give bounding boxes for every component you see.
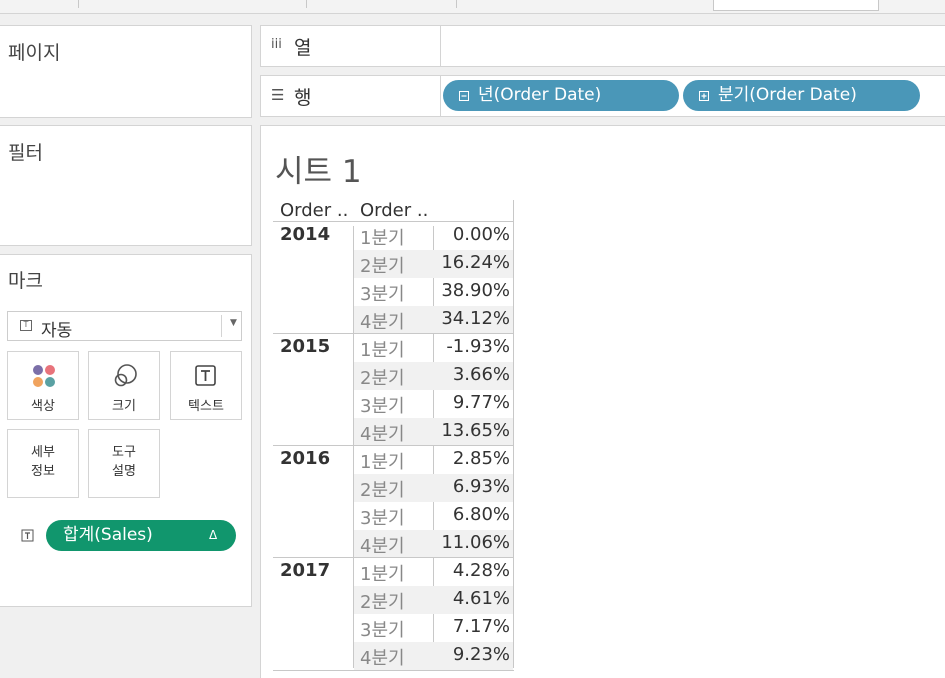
year-label[interactable]: 2014 (280, 224, 330, 245)
toolbar-separator (306, 0, 307, 8)
quarter-label[interactable]: 3분기 (360, 280, 405, 306)
mark-type-select[interactable]: T 자동 ▼ (7, 311, 242, 341)
value-cell[interactable]: 34.12% (432, 308, 510, 329)
sheet-view: 시트 1 Order .. Order .. 2014 1분기 0.00% 2분기 16… (260, 125, 945, 678)
quarter-label[interactable]: 3분기 (360, 392, 405, 418)
columns-label: 열 (294, 37, 312, 59)
year-label[interactable]: 2017 (280, 560, 330, 581)
quarter-label[interactable]: 2분기 (360, 476, 405, 502)
grid-vline (513, 200, 514, 668)
shelf-divider (440, 26, 441, 66)
value-cell[interactable]: 16.24% (432, 252, 510, 273)
quarter-label[interactable]: 1분기 (360, 224, 405, 250)
value-cell[interactable]: 4.61% (432, 588, 510, 609)
value-cell[interactable]: 13.65% (432, 420, 510, 441)
sales-measure-pill[interactable]: 합계(Sales) Δ (46, 520, 236, 551)
quarter-label[interactable]: 1분기 (360, 336, 405, 362)
pages-panel[interactable]: 페이지 (0, 25, 252, 118)
quarter-label[interactable]: 3분기 (360, 616, 405, 642)
sales-pill-label: 합계(Sales) (63, 525, 153, 545)
delta-icon: Δ (209, 528, 218, 542)
collapse-icon (459, 91, 469, 101)
value-cell[interactable]: 38.90% (432, 280, 510, 301)
size-button[interactable]: 크기 (88, 351, 160, 420)
detail-label-line1: 세부 (31, 445, 55, 460)
value-cell[interactable]: 6.93% (432, 476, 510, 497)
tooltip-button[interactable]: 도구 설명 (88, 429, 160, 498)
pages-title: 페이지 (8, 42, 61, 64)
year-order-date-pill[interactable]: 년(Order Date) (443, 80, 679, 111)
text-mark-icon (21, 529, 34, 542)
quarter-label[interactable]: 4분기 (360, 644, 405, 670)
color-icon (33, 365, 55, 387)
value-cell[interactable]: 6.80% (432, 504, 510, 525)
quarter-label[interactable]: 4분기 (360, 420, 405, 446)
quarter-label[interactable]: 1분기 (360, 448, 405, 474)
grid-hline (273, 557, 514, 558)
tooltip-label-line1: 도구 (112, 445, 136, 460)
filters-panel[interactable]: 필터 (0, 125, 252, 246)
quarter-label[interactable]: 1분기 (360, 560, 405, 586)
value-cell[interactable]: 11.06% (432, 532, 510, 553)
value-cell[interactable]: 4.28% (432, 560, 510, 581)
text-icon (195, 365, 216, 386)
value-cell[interactable]: 9.77% (432, 392, 510, 413)
quarter-label[interactable]: 3분기 (360, 504, 405, 530)
year-label[interactable]: 2015 (280, 336, 330, 357)
shelf-divider (440, 76, 441, 116)
quarter-order-date-pill[interactable]: 분기(Order Date) (683, 80, 920, 111)
year-column-header[interactable]: Order .. (280, 200, 348, 221)
year-label[interactable]: 2016 (280, 448, 330, 469)
marks-title: 마크 (8, 270, 43, 292)
value-cell[interactable]: 9.23% (432, 644, 510, 665)
value-cell[interactable]: 0.00% (432, 224, 510, 245)
rows-label: 행 (294, 87, 312, 109)
detail-label-line2: 정보 (31, 464, 55, 479)
grid-hline (273, 445, 514, 446)
color-button[interactable]: 색상 (7, 351, 79, 420)
value-cell[interactable]: 3.66% (432, 364, 510, 385)
quarter-label[interactable]: 2분기 (360, 588, 405, 614)
chevron-down-icon: ▼ (230, 318, 237, 328)
select-divider (221, 315, 222, 337)
sheet-title: 시트 1 (275, 154, 362, 190)
filters-title: 필터 (8, 142, 43, 164)
value-cell[interactable]: 2.85% (432, 448, 510, 469)
mark-type-label: 자동 (41, 321, 73, 341)
grid-hline (273, 221, 514, 222)
toolbar (0, 0, 945, 14)
grid-hline (273, 333, 514, 334)
toolbar-separator (456, 0, 457, 8)
grid-hline (273, 670, 514, 671)
quarter-label[interactable]: 2분기 (360, 252, 405, 278)
expand-icon (699, 91, 709, 101)
columns-icon: iii (271, 37, 282, 52)
quarter-label[interactable]: 4분기 (360, 532, 405, 558)
rows-icon: ☰ (271, 86, 285, 104)
quarter-label[interactable]: 2분기 (360, 364, 405, 390)
color-label: 색상 (31, 399, 55, 414)
fit-select[interactable] (713, 0, 879, 11)
quarter-label[interactable]: 4분기 (360, 308, 405, 334)
text-label: 텍스트 (188, 399, 224, 414)
text-mark-icon: T (20, 320, 32, 331)
text-button[interactable]: 텍스트 (170, 351, 242, 420)
toolbar-separator (78, 0, 79, 8)
quarter-pill-label: 분기(Order Date) (718, 85, 857, 105)
tooltip-label-line2: 설명 (112, 464, 136, 479)
detail-button[interactable]: 세부 정보 (7, 429, 79, 498)
columns-shelf[interactable]: iii 열 (260, 25, 945, 67)
value-cell[interactable]: -1.93% (432, 336, 510, 357)
size-icon (114, 364, 137, 387)
value-cell[interactable]: 7.17% (432, 616, 510, 637)
size-label: 크기 (112, 399, 136, 414)
quarter-column-header[interactable]: Order .. (360, 200, 428, 221)
year-pill-label: 년(Order Date) (478, 85, 602, 105)
